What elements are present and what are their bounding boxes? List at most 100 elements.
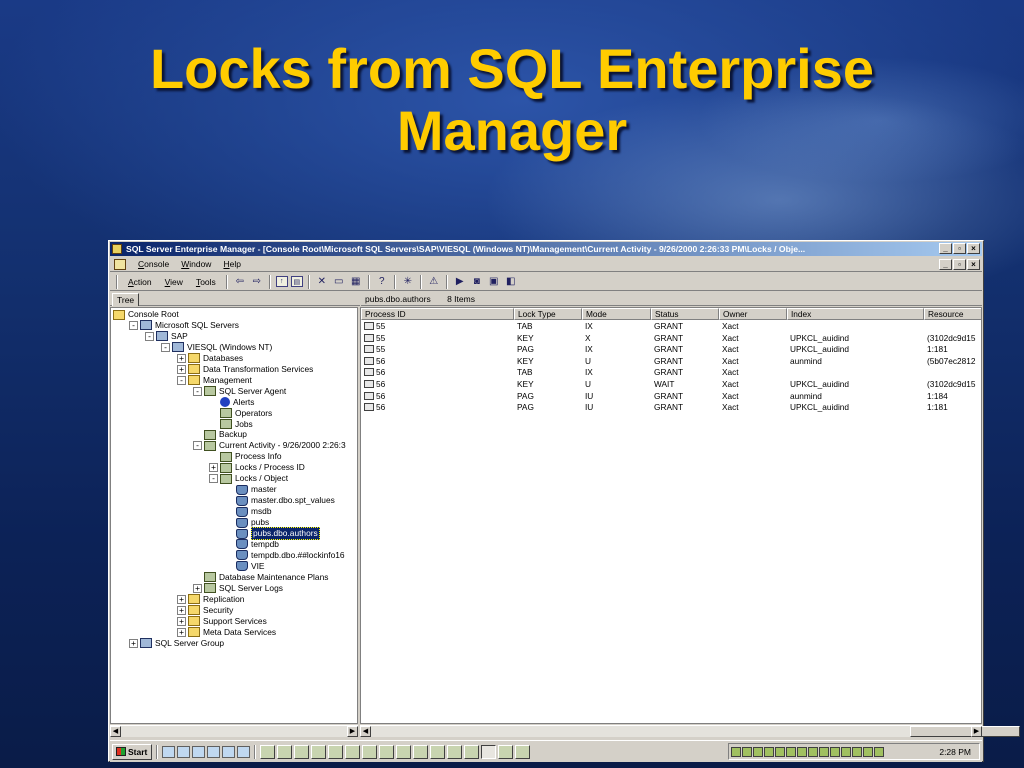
collapse-icon[interactable]: - (161, 342, 170, 352)
menu-console[interactable]: Console (138, 259, 169, 269)
table-row[interactable]: 55 PAG IX GRANT Xact UPKCL_auidind 1:181 (361, 344, 981, 355)
tab-tree[interactable]: Tree (112, 293, 140, 306)
column-header[interactable]: Owner (719, 308, 787, 320)
taskbar-app-icon[interactable] (396, 744, 412, 759)
properties-icon[interactable]: ▭ (332, 275, 346, 288)
column-header[interactable]: Process ID (361, 308, 514, 320)
taskbar-app-icon[interactable] (515, 744, 531, 759)
console-tree[interactable]: Console Root - Microsoft SQL Servers - SAP - V… (110, 307, 358, 724)
tree-item[interactable]: Alerts (209, 397, 254, 408)
quicklaunch-app-icon[interactable] (192, 745, 206, 758)
tray-icon[interactable] (819, 746, 829, 757)
help-icon[interactable]: ? (375, 275, 389, 288)
tree-item[interactable]: msdb (225, 506, 271, 517)
mdi-minimize-button[interactable]: _ (939, 259, 952, 270)
minimize-button[interactable]: _ (939, 243, 952, 254)
tree-item[interactable]: + Security (177, 605, 233, 616)
new-job-icon[interactable]: ◧ (504, 275, 518, 288)
collapse-icon[interactable]: - (145, 331, 154, 341)
tree-item[interactable]: tempdb (225, 539, 279, 550)
tree-item[interactable]: + Locks / Process ID (209, 462, 305, 473)
tree-item[interactable]: Backup (193, 429, 247, 440)
scroll-right-button[interactable]: ▶ (971, 726, 982, 737)
wizard-icon[interactable]: ⚠ (427, 275, 441, 288)
tree-item[interactable]: + Data Transformation Services (177, 364, 313, 375)
table-row[interactable]: 56 KEY U GRANT Xact aunmind (5b07ec2812 (361, 356, 981, 367)
window-titlebar[interactable]: SQL Server Enterprise Manager - [Console… (110, 242, 982, 256)
taskbar-enterprise-manager-icon[interactable] (481, 744, 497, 759)
tree-item[interactable]: Console Root (113, 309, 179, 320)
collapse-icon[interactable]: - (129, 320, 138, 330)
tree-item[interactable]: master.dbo.spt_values (225, 495, 335, 506)
tree-item[interactable]: master (225, 484, 277, 495)
column-header[interactable]: Status (651, 308, 719, 320)
taskbar-app-icon[interactable] (447, 744, 463, 759)
tree-item[interactable]: - SAP (145, 331, 188, 342)
menu-action[interactable]: Action (123, 277, 157, 287)
expand-icon[interactable]: + (209, 463, 218, 473)
expand-icon[interactable]: + (129, 638, 138, 648)
table-row[interactable]: 56 TAB IX GRANT Xact (361, 367, 981, 378)
tree-item[interactable]: - VIESQL (Windows NT) (161, 342, 272, 353)
tree-item[interactable]: + Databases (177, 353, 243, 364)
tray-icon[interactable] (786, 746, 796, 757)
tree-item[interactable]: Operators (209, 408, 272, 419)
up-folder-icon[interactable]: ↑ (275, 276, 288, 287)
taskbar-app-icon[interactable] (294, 744, 310, 759)
tray-icon[interactable] (830, 746, 840, 757)
tree-item[interactable]: tempdb.dbo.##lockinfo16 (225, 550, 345, 561)
expand-icon[interactable]: + (177, 605, 186, 615)
delete-icon[interactable]: ✕ (315, 275, 329, 288)
taskbar-app-icon[interactable] (430, 744, 446, 759)
list-horizontal-scrollbar[interactable]: ◀ ▶ (360, 725, 1020, 737)
collapse-icon[interactable]: - (209, 474, 218, 484)
tree-item[interactable]: VIE (225, 561, 265, 572)
tree-item[interactable]: + Replication (177, 594, 244, 605)
tray-icon[interactable] (753, 746, 763, 757)
tree-item[interactable]: + SQL Server Logs (193, 583, 283, 594)
menu-tools[interactable]: Tools (191, 277, 221, 287)
forward-arrow-icon[interactable]: ⇨ (250, 275, 264, 288)
collapse-icon[interactable]: - (193, 441, 202, 451)
show-tree-icon[interactable]: ▤ (290, 276, 303, 287)
tree-item[interactable]: pubs.dbo.authors (225, 527, 320, 540)
menu-help[interactable]: Help (223, 259, 240, 269)
run-icon[interactable]: ▶ (453, 275, 467, 288)
expand-icon[interactable]: + (177, 616, 186, 626)
tree-item[interactable]: - Locks / Object (209, 473, 288, 484)
tray-icon[interactable] (808, 746, 818, 757)
quicklaunch-app-icon[interactable] (237, 745, 251, 758)
tray-icon[interactable] (764, 746, 774, 757)
expand-icon[interactable]: + (177, 627, 186, 637)
database-icon[interactable]: ◙ (470, 275, 484, 288)
tree-item[interactable]: - Management (177, 375, 252, 386)
table-row[interactable]: 56 PAG IU GRANT Xact UPKCL_auidind 1:181 (361, 402, 981, 413)
taskbar-app-icon[interactable] (260, 744, 276, 759)
tree-horizontal-scrollbar[interactable]: ◀ ▶ (110, 725, 358, 737)
tree-item[interactable]: + Support Services (177, 616, 267, 627)
close-button[interactable]: × (967, 243, 980, 254)
start-button[interactable]: Start (112, 743, 153, 760)
menu-window[interactable]: Window (181, 259, 211, 269)
quicklaunch-desktop-icon[interactable] (162, 745, 176, 758)
scroll-left-button[interactable]: ◀ (360, 726, 371, 737)
menu-view[interactable]: View (160, 277, 188, 287)
taskbar-app-icon[interactable] (345, 744, 361, 759)
table-row[interactable]: 56 PAG IU GRANT Xact aunmind 1:184 (361, 391, 981, 402)
register-server-icon[interactable]: ✳ (401, 275, 415, 288)
mdi-restore-button[interactable]: ▫ (953, 259, 966, 270)
taskbar-app-icon[interactable] (277, 744, 293, 759)
column-header[interactable]: Index (787, 308, 924, 320)
table-row[interactable]: 55 KEY X GRANT Xact UPKCL_auidind (3102dc9d15 (361, 333, 981, 344)
taskbar-app-icon[interactable] (413, 744, 429, 759)
expand-icon[interactable]: + (177, 353, 186, 363)
taskbar-app-icon[interactable] (464, 744, 480, 759)
scroll-right-button[interactable]: ▶ (347, 726, 358, 737)
new-query-icon[interactable]: ▣ (487, 275, 501, 288)
back-arrow-icon[interactable]: ⇦ (233, 275, 247, 288)
tree-item[interactable]: - Microsoft SQL Servers (129, 320, 239, 331)
scroll-left-button[interactable]: ◀ (110, 726, 121, 737)
tree-item[interactable]: Process Info (209, 451, 282, 462)
column-header[interactable]: Resource (924, 308, 981, 320)
taskbar-app-icon[interactable] (328, 744, 344, 759)
